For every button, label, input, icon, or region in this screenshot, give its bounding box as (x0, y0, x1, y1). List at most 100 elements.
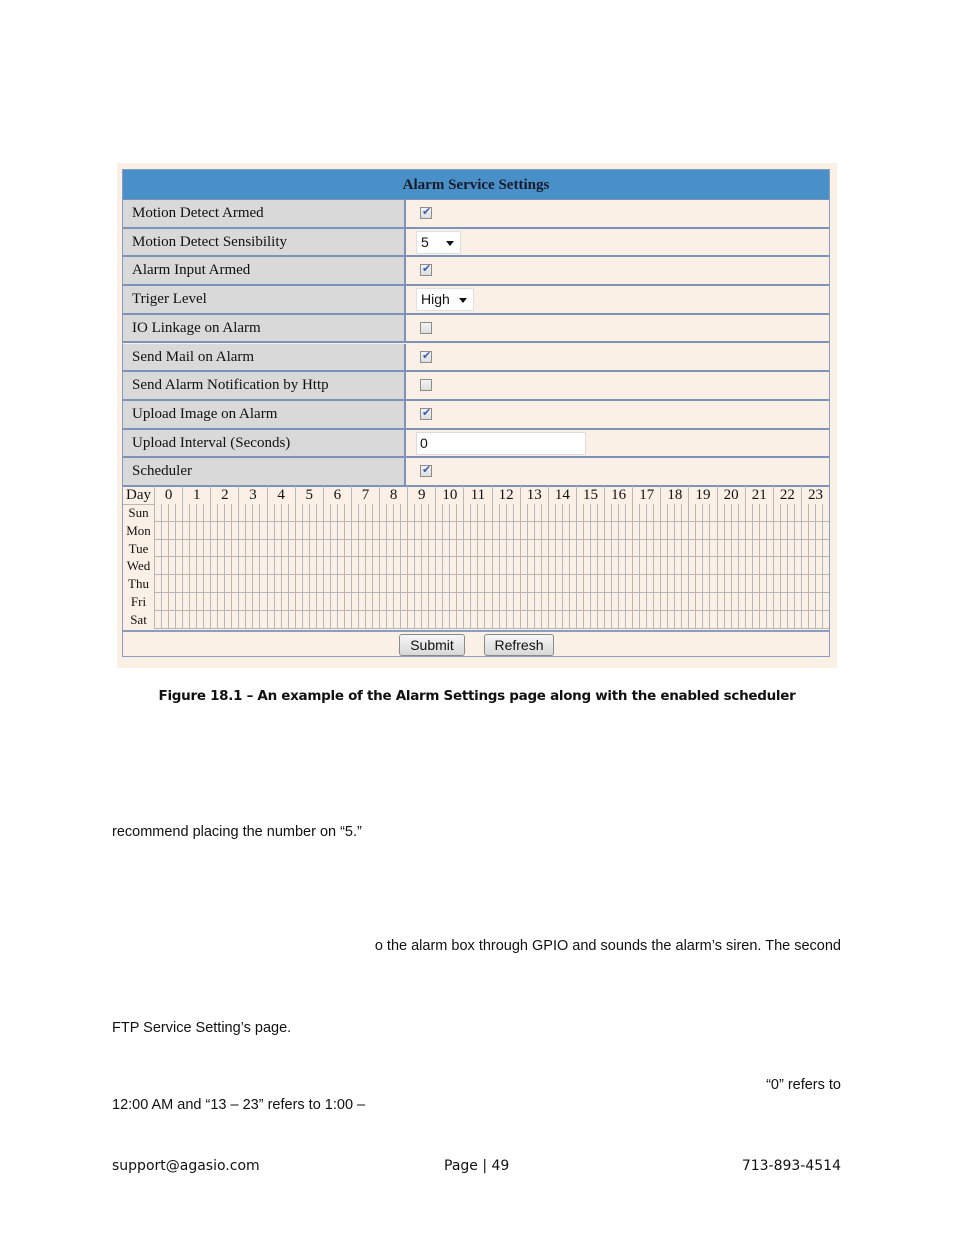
schedule-slot[interactable] (737, 539, 745, 558)
schedule-slot[interactable] (709, 539, 717, 558)
schedule-slot[interactable] (175, 610, 183, 629)
schedule-slot[interactable] (547, 575, 555, 593)
schedule-slot[interactable] (203, 557, 211, 576)
setting-checkbox[interactable] (420, 379, 432, 392)
schedule-slot[interactable] (653, 539, 661, 558)
schedule-slot[interactable] (414, 557, 422, 576)
schedule-slot[interactable] (667, 521, 675, 540)
schedule-slot[interactable] (512, 610, 520, 629)
schedule-slot[interactable] (224, 539, 232, 558)
schedule-slot[interactable] (273, 539, 281, 558)
schedule-slot[interactable] (716, 610, 724, 629)
schedule-slot[interactable] (231, 610, 239, 629)
schedule-slot[interactable] (561, 575, 569, 593)
schedule-slot[interactable] (189, 521, 197, 540)
schedule-slot[interactable] (596, 521, 604, 540)
schedule-slot[interactable] (175, 593, 183, 611)
schedule-slot[interactable] (350, 557, 358, 576)
schedule-slot[interactable] (793, 557, 801, 576)
schedule-slot[interactable] (625, 557, 633, 576)
schedule-slot[interactable] (632, 557, 640, 576)
schedule-slot[interactable] (470, 504, 478, 522)
schedule-slot[interactable] (407, 610, 415, 629)
schedule-slot[interactable] (681, 539, 689, 558)
schedule-slot[interactable] (688, 557, 696, 576)
schedule-slot[interactable] (329, 539, 337, 558)
schedule-slot[interactable] (526, 575, 534, 593)
schedule-slot[interactable] (618, 557, 626, 576)
schedule-slot[interactable] (266, 557, 274, 576)
schedule-slot[interactable] (350, 504, 358, 522)
schedule-slot[interactable] (807, 504, 815, 522)
schedule-slot[interactable] (660, 593, 668, 611)
schedule-slot[interactable] (357, 593, 365, 611)
schedule-slot[interactable] (491, 593, 499, 611)
schedule-slot[interactable] (364, 504, 372, 522)
schedule-slot[interactable] (273, 521, 281, 540)
schedule-slot[interactable] (632, 539, 640, 558)
schedule-slot[interactable] (540, 557, 548, 576)
schedule-slot[interactable] (793, 539, 801, 558)
schedule-slot[interactable] (203, 521, 211, 540)
schedule-slot[interactable] (582, 575, 590, 593)
schedule-slot[interactable] (582, 521, 590, 540)
schedule-slot[interactable] (667, 539, 675, 558)
schedule-slot[interactable] (386, 610, 394, 629)
schedule-slot[interactable] (604, 504, 612, 522)
schedule-slot[interactable] (526, 610, 534, 629)
schedule-slot[interactable] (442, 521, 450, 540)
setting-checkbox[interactable]: ✔ (420, 205, 432, 219)
schedule-slot[interactable] (287, 504, 295, 522)
schedule-slot[interactable] (470, 539, 478, 558)
schedule-slot[interactable] (182, 593, 190, 611)
schedule-slot[interactable] (765, 521, 773, 540)
schedule-slot[interactable] (484, 610, 492, 629)
schedule-slot[interactable] (238, 610, 246, 629)
schedule-slot[interactable] (154, 610, 162, 629)
schedule-slot[interactable] (393, 521, 401, 540)
schedule-slot[interactable] (667, 504, 675, 522)
schedule-slot[interactable] (280, 575, 288, 593)
schedule-slot[interactable] (695, 557, 703, 576)
schedule-slot[interactable] (751, 593, 759, 611)
schedule-slot[interactable] (428, 504, 436, 522)
schedule-slot[interactable] (435, 593, 443, 611)
schedule-slot[interactable] (695, 575, 703, 593)
schedule-slot[interactable] (336, 557, 344, 576)
schedule-slot[interactable] (435, 557, 443, 576)
schedule-slot[interactable] (737, 593, 745, 611)
schedule-slot[interactable] (604, 557, 612, 576)
schedule-slot[interactable] (505, 610, 513, 629)
schedule-slot[interactable] (266, 521, 274, 540)
schedule-slot[interactable] (210, 557, 218, 576)
schedule-slot[interactable] (540, 575, 548, 593)
schedule-slot[interactable] (779, 521, 787, 540)
schedule-slot[interactable] (484, 557, 492, 576)
schedule-slot[interactable] (315, 610, 323, 629)
schedule-slot[interactable] (421, 557, 429, 576)
schedule-slot[interactable] (786, 504, 794, 522)
schedule-slot[interactable] (477, 593, 485, 611)
schedule-slot[interactable] (751, 539, 759, 558)
setting-dropdown[interactable]: 5 (416, 230, 461, 254)
schedule-slot[interactable] (294, 593, 302, 611)
schedule-slot[interactable] (660, 557, 668, 576)
schedule-slot[interactable] (182, 575, 190, 593)
schedule-slot[interactable] (582, 557, 590, 576)
schedule-slot[interactable] (336, 610, 344, 629)
schedule-slot[interactable] (589, 593, 597, 611)
schedule-slot[interactable] (751, 557, 759, 576)
schedule-slot[interactable] (182, 539, 190, 558)
setting-checkbox[interactable] (420, 321, 432, 334)
schedule-slot[interactable] (442, 575, 450, 593)
schedule-slot[interactable] (400, 557, 408, 576)
schedule-slot[interactable] (161, 593, 169, 611)
schedule-slot[interactable] (744, 610, 752, 629)
schedule-slot[interactable] (463, 557, 471, 576)
schedule-slot[interactable] (238, 593, 246, 611)
schedule-slot[interactable] (421, 610, 429, 629)
schedule-slot[interactable] (807, 593, 815, 611)
schedule-slot[interactable] (414, 593, 422, 611)
schedule-slot[interactable] (456, 575, 464, 593)
schedule-slot[interactable] (414, 539, 422, 558)
